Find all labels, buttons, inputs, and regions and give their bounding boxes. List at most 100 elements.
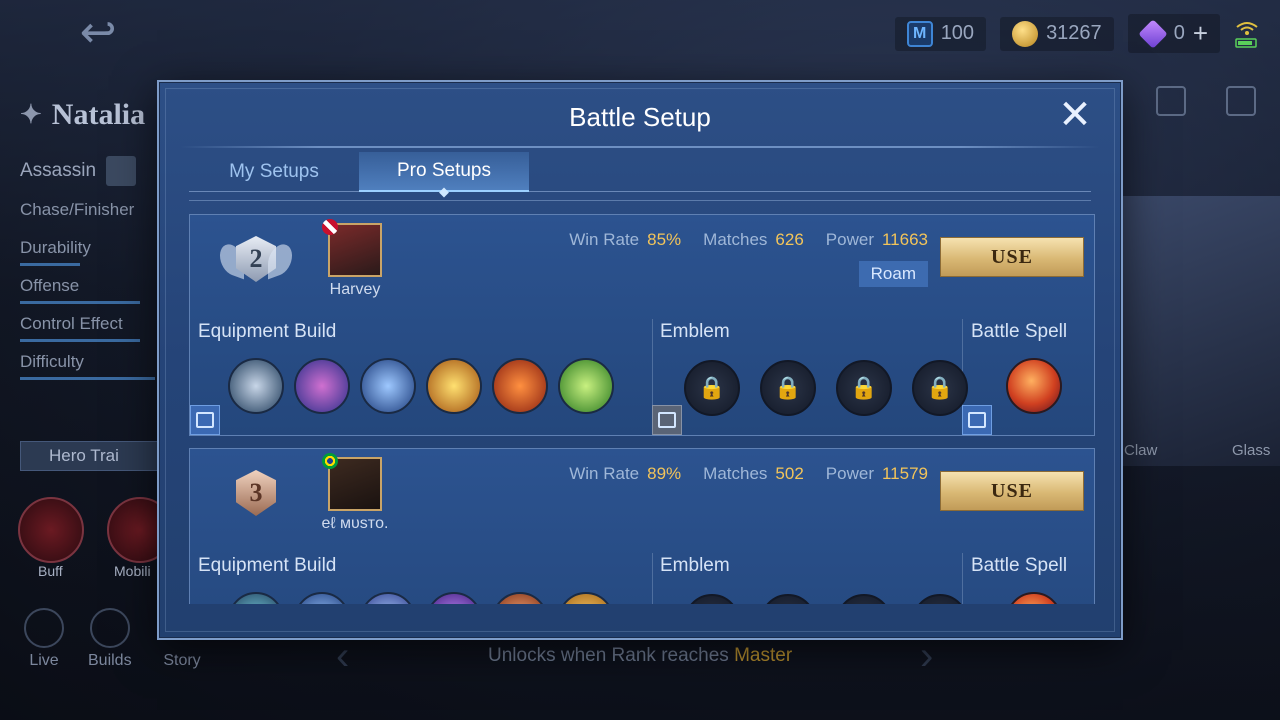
rank-number: 2: [249, 244, 263, 273]
player-name: Harvey: [329, 281, 381, 298]
spell-title: Battle Spell: [971, 555, 1068, 576]
item-5-icon[interactable]: [492, 592, 548, 604]
battle-spell-icon[interactable]: [1006, 358, 1062, 414]
power-label: Power: [825, 230, 874, 249]
nav-label: Story: [163, 652, 201, 669]
lock-icon[interactable]: 🔒: [684, 360, 740, 416]
next-arrow-icon[interactable]: ›: [920, 634, 933, 679]
fullscreen-icon[interactable]: [1226, 86, 1256, 116]
hero-training-button[interactable]: Hero Trai: [20, 441, 170, 471]
item-3-icon[interactable]: [360, 592, 416, 604]
stat-label: Durability: [20, 238, 91, 257]
skin-caption: Glass: [1232, 442, 1271, 459]
lane-badge: Roam: [858, 261, 928, 287]
use-button[interactable]: USE: [940, 471, 1084, 511]
equipment-items: [228, 358, 614, 414]
rank-shield-icon: 3: [236, 470, 276, 516]
matches-label: Matches: [703, 230, 768, 249]
power-label: Power: [825, 464, 874, 483]
item-1-icon[interactable]: [228, 592, 284, 604]
assassin-icon: [106, 156, 137, 186]
tab-pro-setups[interactable]: Pro Setups: [359, 152, 529, 192]
side-controls: [1156, 86, 1256, 116]
copy-icon[interactable]: [962, 405, 992, 435]
battle-spell-icon[interactable]: [1006, 592, 1062, 604]
matches-stat: Matches 502: [703, 464, 804, 484]
lock-icon[interactable]: 🔒: [836, 594, 892, 604]
skill-buff-icon[interactable]: [18, 497, 84, 563]
rank-badge: 3: [216, 463, 296, 523]
equipment-title: Equipment Build: [198, 321, 337, 342]
setup-card: 2 Harvey Win Rate 85% Matches 626 Power 116…: [189, 214, 1095, 436]
item-2-icon[interactable]: [294, 358, 350, 414]
power-value: 11663: [881, 230, 928, 249]
shuriken-icon: ✦: [20, 100, 42, 129]
emblem-set: 🔒 🔒 🔒 🔒: [684, 594, 968, 604]
lock-icon[interactable]: 🔒: [912, 594, 968, 604]
item-4-icon[interactable]: [426, 358, 482, 414]
item-6-icon[interactable]: [558, 358, 614, 414]
player-info[interactable]: eℓ ᴍᴜsᴛᴏ.: [318, 453, 392, 533]
win-rate-stat: Win Rate 89%: [569, 464, 681, 484]
diamond-value: 0: [1173, 22, 1185, 44]
emblem-title: Emblem: [660, 321, 730, 342]
tabs-divider: [189, 200, 1091, 201]
lock-icon[interactable]: 🔒: [760, 360, 816, 416]
use-button[interactable]: USE: [940, 237, 1084, 277]
lock-icon[interactable]: 🔒: [760, 594, 816, 604]
uk-flag-icon: [322, 219, 338, 235]
equipment-title: Equipment Build: [198, 555, 337, 576]
stat-bar: [20, 263, 80, 266]
ticket-icon: M: [906, 20, 933, 47]
skin-caption: Claw: [1124, 442, 1158, 459]
close-icon[interactable]: ✕: [1055, 95, 1095, 136]
stat-label: Control Effect: [20, 314, 123, 333]
specialty-label: Chase/Finisher: [20, 200, 135, 219]
tab-my-setups[interactable]: My Setups: [189, 152, 359, 192]
plus-icon[interactable]: +: [1193, 18, 1208, 49]
copy-icon[interactable]: [652, 405, 682, 435]
nav-label: Live: [29, 652, 59, 669]
item-3-icon[interactable]: [360, 358, 416, 414]
item-6-icon[interactable]: [558, 592, 614, 604]
hero-info-panel: ✦ Natalia Assassin Chase/Finisher Durabi…: [20, 98, 170, 380]
item-2-icon[interactable]: [294, 592, 350, 604]
setup-card: 3 eℓ ᴍᴜsᴛᴏ. Win Rate 89% Matches 502 Power…: [189, 448, 1095, 604]
skill-mobility-label: Mobili: [114, 563, 151, 579]
spell-title: Battle Spell: [971, 321, 1068, 342]
lock-icon[interactable]: 🔒: [912, 360, 968, 416]
power-stat: Power 11579: [826, 464, 928, 484]
lock-icon[interactable]: 🔒: [684, 594, 740, 604]
diamond-counter[interactable]: 0 +: [1127, 14, 1220, 53]
ticket-value: 100: [940, 22, 975, 44]
matches-label: Matches: [703, 464, 768, 483]
item-1-icon[interactable]: [228, 358, 284, 414]
hero-name: Natalia: [51, 98, 146, 131]
nav-label: Builds: [88, 652, 132, 669]
nav-live[interactable]: Live: [24, 608, 64, 670]
avatar: [322, 219, 382, 277]
hero-role: Assassin: [20, 160, 97, 181]
nav-builds[interactable]: Builds: [88, 608, 132, 670]
brazil-flag-icon: [322, 453, 338, 469]
player-info[interactable]: Harvey: [318, 219, 392, 299]
matches-value: 502: [775, 464, 804, 483]
stat-bar: [20, 339, 140, 342]
back-arrow-icon[interactable]: ↩: [58, 10, 138, 56]
win-rate-stat: Win Rate 85%: [569, 230, 681, 250]
item-5-icon[interactable]: [492, 358, 548, 414]
live-icon: [24, 608, 64, 648]
stat-label: Difficulty: [20, 352, 84, 371]
ticket-counter[interactable]: M 100: [894, 16, 987, 51]
copy-icon[interactable]: [190, 405, 220, 435]
lock-icon[interactable]: 🔒: [836, 360, 892, 416]
unlock-text: Unlocks when Rank reaches Master: [488, 645, 792, 667]
item-4-icon[interactable]: [426, 592, 482, 604]
prev-arrow-icon[interactable]: ‹: [336, 634, 349, 679]
section-divider: [652, 553, 653, 604]
hero-specialty: Chase/Finisher: [20, 200, 170, 224]
gold-counter[interactable]: 31267: [1000, 16, 1114, 51]
player-name: eℓ ᴍᴜsᴛᴏ.: [321, 515, 389, 532]
sound-icon[interactable]: [1156, 86, 1186, 116]
setup-list[interactable]: 2 Harvey Win Rate 85% Matches 626 Power 116…: [189, 214, 1095, 604]
